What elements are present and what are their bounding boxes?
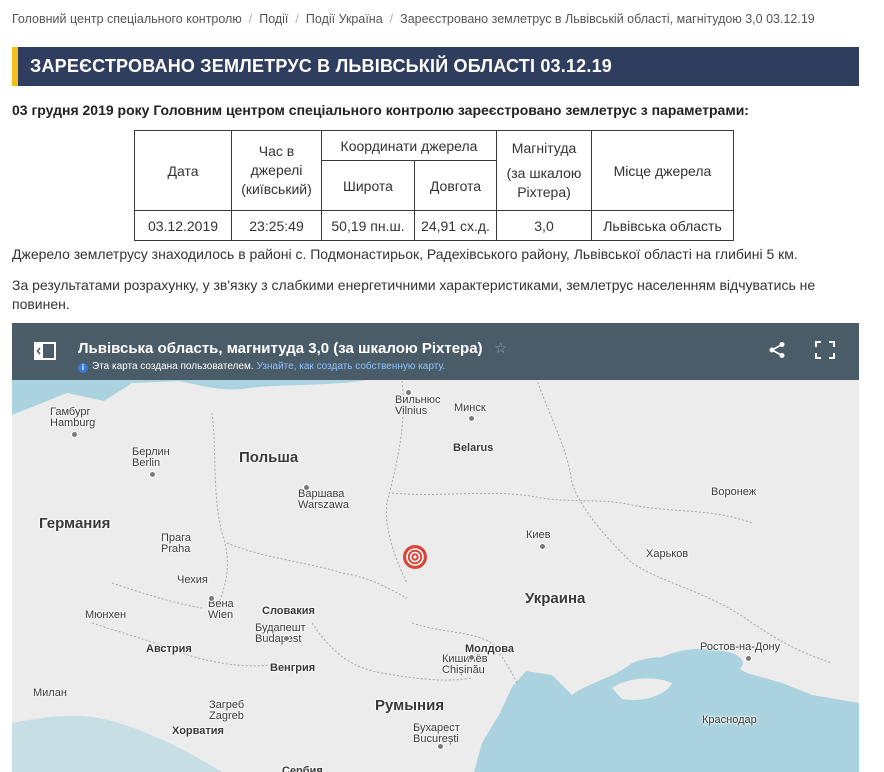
header-time: Час в джерелі (київський) [231,130,322,211]
breadcrumb-separator: / [248,12,253,26]
country-label-hungary: Венгрия [270,662,316,674]
city-label-warsaw: Варшава Warszawa [298,488,349,511]
city-dot [437,743,444,750]
city-dot [405,389,412,396]
city-label-kiev: Киев [526,529,551,541]
fullscreen-icon[interactable] [815,341,835,364]
city-dot [149,471,156,478]
city-label-bucharest: Бухарест București [413,722,460,745]
earthquake-parameters-table: Дата Час в джерелі (київський) Координат… [134,130,734,241]
breadcrumb: Головний центр спеціального контролю / Под… [12,12,815,26]
city-label-vilnius: Вильнюс Vilnius [395,394,441,417]
country-label-poland: Польша [239,449,299,466]
cell-date: 03.12.2019 [134,210,232,241]
breadcrumb-item-home[interactable]: Головний центр спеціального контролю [12,12,242,26]
cell-place: Львівська область [591,210,734,241]
city-label-munich: Мюнхен [85,609,127,621]
cell-time: 23:25:49 [231,210,322,241]
city-label-milan: Милан [33,687,67,699]
embedded-map[interactable]: Львівська область, магнитуда 3,0 (за шка… [12,323,859,772]
header-date: Дата [134,130,232,211]
city-label-krasnodar: Краснодар [702,714,757,726]
city-dot [71,431,78,438]
city-label-budapest: Будапешт Budapest [255,622,306,645]
breadcrumb-item-events[interactable]: Події [259,12,288,26]
city-dot [468,415,475,422]
map-subtitle: i Эта карта создана пользователем. Узнайте… [78,361,445,373]
sidebar-toggle-icon[interactable] [34,341,56,366]
header-longitude: Довгота [414,160,497,211]
country-label-belarus: Belarus [453,442,494,454]
country-label-romania: Румыния [375,697,445,714]
city-label-minsk: Минск [454,402,486,414]
city-label-voronezh: Воронеж [711,486,757,498]
source-location-paragraph: Джерело землетрусу знаходилось в районі … [12,246,798,262]
header-latitude: Широта [321,160,415,211]
header-coordinates: Координати джерела [321,130,497,161]
calculation-result-paragraph: За результатами розрахунку, у зв'язку з … [12,277,816,312]
header-magnitude-line1: Магнітуда [511,140,577,156]
city-label-kishinev: Кишинёв Chișinău [442,653,488,676]
city-label-hamburg: Гамбург Hamburg [50,406,96,429]
country-label-ukraine: Украина [525,590,586,607]
share-icon[interactable] [768,341,786,364]
star-icon[interactable]: ☆ [494,339,507,357]
breadcrumb-separator: / [389,12,394,26]
country-label-austria: Австрия [146,643,192,655]
country-label-slovakia: Словакия [262,605,315,617]
breadcrumb-item-current: Зареєстровано землетрус в Львівській обл… [400,12,815,26]
city-dot [539,543,546,550]
city-label-berlin: Берлин Berlin [132,446,170,469]
create-map-link[interactable]: Узнайте, как создать собственную карту. [257,361,446,372]
cell-magnitude: 3,0 [496,210,592,241]
intro-text: 03 грудня 2019 року Головним центром спе… [12,102,749,118]
header-magnitude: Магнітуда (за шкалою Ріхтера) [496,130,592,211]
country-label-serbia: Сербия [282,765,323,772]
breadcrumb-item-events-ukraine[interactable]: Події Україна [306,12,383,26]
city-dot [745,655,752,662]
cell-latitude: 50,19 пн.ш. [321,210,415,241]
map-header: Львівська область, магнитуда 3,0 (за шка… [12,323,859,380]
city-label-rostov: Ростов-на-Дону [700,641,781,653]
breadcrumb-separator: / [295,12,299,26]
table-row: 03.12.2019 23:25:49 50,19 пн.ш. 24,91 сх… [134,210,734,241]
city-label-zagreb: Загреб Zagreb [209,699,245,722]
header-magnitude-line2: (за шкалою Ріхтера) [506,165,582,200]
city-label-czechia: Чехия [177,574,208,586]
info-icon: i [78,363,88,373]
city-dot [208,595,215,602]
cell-longitude: 24,91 сх.д. [414,210,497,241]
page-title: ЗАРЕЄСТРОВАНО ЗЕМЛЕТРУС В ЛЬВІВСЬКІЙ ОБЛ… [30,56,613,76]
header-place: Місце джерела [591,130,734,211]
country-label-croatia: Хорватия [172,725,224,737]
city-label-kharkov: Харьков [646,548,689,560]
city-dot [283,635,290,642]
page-title-bar: ЗАРЕЄСТРОВАНО ЗЕМЛЕТРУС В ЛЬВІВСЬКІЙ ОБЛ… [12,47,859,86]
city-dot [468,654,475,661]
earthquake-marker-icon[interactable] [402,544,428,575]
map-title[interactable]: Львівська область, магнитуда 3,0 (за шка… [78,340,483,357]
city-dot [303,484,310,491]
city-label-prague: Прага Praha [161,532,192,555]
country-label-germany: Германия [39,515,111,532]
map-subtitle-text: Эта карта создана пользователем. [92,361,254,372]
city-label-vienna: Вена Wien [208,598,234,621]
